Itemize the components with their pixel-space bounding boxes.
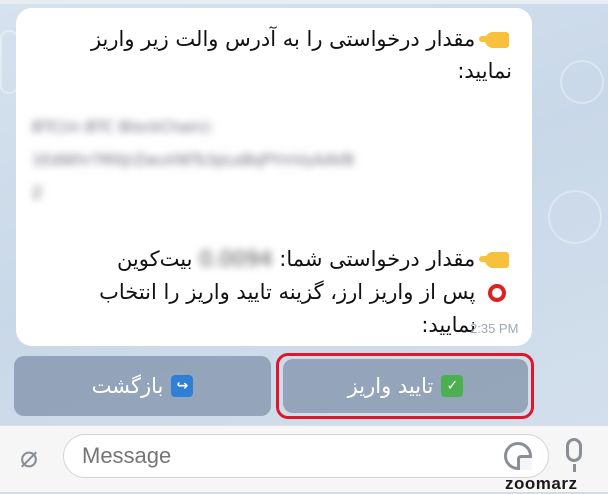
pointing-hand-icon <box>479 24 512 54</box>
background-doodle <box>548 190 602 244</box>
message-line-1: مقدار درخواستی را به آدرس والت زیر واریز <box>91 24 512 54</box>
red-circle-icon <box>482 277 512 307</box>
paperclip-icon[interactable]: ⌀ <box>14 440 44 476</box>
amount-value: 0.0094 <box>199 247 273 271</box>
instruction-line-2: نمایید: <box>421 313 476 337</box>
check-mark-icon: ✓ <box>441 375 464 397</box>
instruction-text: پس از واریز ارز، گزینه تایید واریز را ان… <box>99 280 476 304</box>
return-arrow-icon: ↪ <box>171 375 194 397</box>
top-strip <box>0 0 608 4</box>
message-text: مقدار درخواستی را به آدرس والت زیر واریز <box>90 27 476 51</box>
back-button[interactable]: ↪ بازگشت <box>14 356 271 416</box>
message-input[interactable] <box>63 434 549 478</box>
confirm-deposit-button[interactable]: ✓ تایید واریز <box>283 359 528 413</box>
wallet-address[interactable]: 1EdWhr7MXJrZwuVWTs3pLeBqPYmVyAAVB <box>32 147 512 173</box>
amount-unit: بیت‌کوین <box>116 247 193 271</box>
wallet-address-label[interactable]: BTC(in BTC BlockChain): <box>32 114 512 140</box>
message-time: 2:35 PM <box>470 321 519 336</box>
back-button-label: بازگشت <box>91 374 164 398</box>
amount-line: مقدار درخواستی شما: 0.0094 بیت‌کوین <box>117 244 512 274</box>
sticker-icon[interactable] <box>504 442 532 470</box>
wallet-address-end[interactable]: Z <box>32 180 512 206</box>
microphone-stand <box>573 464 576 472</box>
amount-label: مقدار درخواستی شما: <box>279 247 476 271</box>
message-line-2: نمایید: <box>457 59 512 83</box>
pointing-hand-icon <box>479 244 512 274</box>
message-bubble[interactable]: مقدار درخواستی را به آدرس والت زیر واریز… <box>16 8 532 346</box>
instruction-line: پس از واریز ارز، گزینه تایید واریز را ان… <box>99 277 512 307</box>
microphone-icon[interactable] <box>566 438 582 462</box>
background-doodle <box>560 60 604 104</box>
watermark: zoomarz <box>505 474 578 493</box>
confirm-deposit-label: تایید واریز <box>347 374 434 398</box>
